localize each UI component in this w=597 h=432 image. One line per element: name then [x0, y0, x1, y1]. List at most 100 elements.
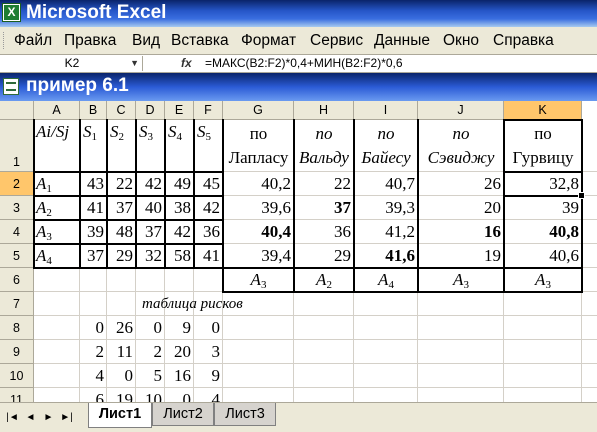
- risk-cell[interactable]: 0: [165, 388, 194, 402]
- state-header-1[interactable]: S1: [80, 120, 107, 172]
- row-header-8[interactable]: 8: [0, 316, 34, 340]
- insert-function-icon[interactable]: fx: [181, 56, 192, 71]
- risk-cell[interactable]: 4: [80, 364, 107, 388]
- criterion-header-4[interactable]: по Сэвиджу: [418, 120, 504, 172]
- risk-cell[interactable]: 0: [80, 316, 107, 340]
- menu-view[interactable]: Вид: [132, 31, 160, 51]
- last-sheet-button[interactable]: ►|: [60, 410, 73, 425]
- menu-data[interactable]: Данные: [374, 31, 430, 51]
- select-all-corner[interactable]: [0, 101, 34, 120]
- criterion-result-cell[interactable]: 41,6: [354, 244, 418, 268]
- menu-window[interactable]: Окно: [443, 31, 479, 51]
- criterion-result-cell[interactable]: 16: [418, 220, 504, 244]
- column-header-f[interactable]: F: [194, 101, 223, 120]
- row-header-6[interactable]: 6: [0, 268, 34, 292]
- row-header-11[interactable]: 11: [0, 388, 34, 402]
- row-header-5[interactable]: 5: [0, 244, 34, 268]
- sheet-tab-2[interactable]: Лист2: [152, 403, 214, 426]
- payoff-cell[interactable]: 41: [80, 196, 107, 220]
- payoff-cell[interactable]: 48: [107, 220, 136, 244]
- name-box-dropdown-icon[interactable]: ▼: [130, 56, 139, 71]
- payoff-cell[interactable]: 38: [165, 196, 194, 220]
- best-alternative-2[interactable]: A2: [294, 268, 354, 292]
- risk-cell[interactable]: 16: [165, 364, 194, 388]
- criterion-result-cell[interactable]: 39,3: [354, 196, 418, 220]
- alternative-label-4[interactable]: A4: [34, 244, 80, 268]
- payoff-cell[interactable]: 36: [194, 220, 223, 244]
- risk-cell[interactable]: 4: [194, 388, 223, 402]
- row-header-1[interactable]: 1: [0, 120, 34, 172]
- menu-help[interactable]: Справка: [493, 31, 554, 51]
- payoff-cell[interactable]: 43: [80, 172, 107, 196]
- criterion-header-5[interactable]: по Гурвицу: [504, 120, 582, 172]
- criterion-result-cell[interactable]: 39,6: [223, 196, 294, 220]
- criterion-result-cell[interactable]: 40,8: [504, 220, 582, 244]
- column-header-c[interactable]: C: [107, 101, 136, 120]
- row-header-9[interactable]: 9: [0, 340, 34, 364]
- first-sheet-button[interactable]: |◄: [6, 410, 19, 425]
- toolbar-grip-icon[interactable]: [3, 32, 7, 49]
- state-header-2[interactable]: S2: [107, 120, 136, 172]
- criterion-result-cell[interactable]: 20: [418, 196, 504, 220]
- alternative-label-3[interactable]: A3: [34, 220, 80, 244]
- payoff-cell[interactable]: 40: [136, 196, 165, 220]
- payoff-cell[interactable]: 45: [194, 172, 223, 196]
- best-alternative-4[interactable]: A3: [418, 268, 504, 292]
- payoff-cell[interactable]: 49: [165, 172, 194, 196]
- column-header-b[interactable]: B: [80, 101, 107, 120]
- risk-cell[interactable]: 0: [136, 316, 165, 340]
- criterion-header-1[interactable]: по Лапласу: [223, 120, 294, 172]
- payoff-cell[interactable]: 41: [194, 244, 223, 268]
- criterion-result-cell[interactable]: 41,2: [354, 220, 418, 244]
- menu-edit[interactable]: Правка: [64, 31, 116, 51]
- column-header-d[interactable]: D: [136, 101, 165, 120]
- risk-cell[interactable]: 9: [194, 364, 223, 388]
- payoff-cell[interactable]: 29: [107, 244, 136, 268]
- criterion-result-cell[interactable]: 22: [294, 172, 354, 196]
- payoff-cell[interactable]: 42: [194, 196, 223, 220]
- payoff-cell[interactable]: 42: [136, 172, 165, 196]
- risk-cell[interactable]: 26: [107, 316, 136, 340]
- column-header-k[interactable]: K: [504, 101, 582, 120]
- risk-cell[interactable]: 11: [107, 340, 136, 364]
- payoff-cell[interactable]: 37: [136, 220, 165, 244]
- criterion-header-3[interactable]: по Байесу: [354, 120, 418, 172]
- next-sheet-button[interactable]: ►: [42, 410, 55, 425]
- menu-tools[interactable]: Сервис: [310, 31, 363, 51]
- payoff-cell[interactable]: 32: [136, 244, 165, 268]
- active-cell-selection[interactable]: [503, 171, 585, 199]
- column-header-h[interactable]: H: [294, 101, 354, 120]
- risk-cell[interactable]: 10: [136, 388, 165, 402]
- prev-sheet-button[interactable]: ◄: [24, 410, 37, 425]
- row-header-3[interactable]: 3: [0, 196, 34, 220]
- risk-cell[interactable]: 3: [194, 340, 223, 364]
- cell-a1[interactable]: Ai/Sj: [34, 120, 80, 172]
- column-header-i[interactable]: I: [354, 101, 418, 120]
- criterion-result-cell[interactable]: 39,4: [223, 244, 294, 268]
- risk-cell[interactable]: 20: [165, 340, 194, 364]
- risk-cell[interactable]: 2: [80, 340, 107, 364]
- criterion-result-cell[interactable]: 40,7: [354, 172, 418, 196]
- criterion-header-2[interactable]: по Вальду: [294, 120, 354, 172]
- risk-cell[interactable]: 5: [136, 364, 165, 388]
- state-header-4[interactable]: S4: [165, 120, 194, 172]
- payoff-cell[interactable]: 37: [107, 196, 136, 220]
- best-alternative-5[interactable]: A3: [504, 268, 582, 292]
- payoff-cell[interactable]: 42: [165, 220, 194, 244]
- workbook-icon[interactable]: [3, 78, 19, 95]
- sheet-tab-3[interactable]: Лист3: [214, 403, 276, 426]
- risk-cell[interactable]: 19: [107, 388, 136, 402]
- criterion-result-cell[interactable]: 29: [294, 244, 354, 268]
- payoff-cell[interactable]: 37: [80, 244, 107, 268]
- name-box[interactable]: K2 ▼: [2, 56, 143, 71]
- risk-cell[interactable]: 2: [136, 340, 165, 364]
- criterion-result-cell[interactable]: 40,6: [504, 244, 582, 268]
- risk-cell[interactable]: 9: [165, 316, 194, 340]
- row-header-10[interactable]: 10: [0, 364, 34, 388]
- criterion-result-cell[interactable]: 26: [418, 172, 504, 196]
- state-header-5[interactable]: S5: [194, 120, 223, 172]
- spreadsheet-grid[interactable]: A B C D E F G H I J K 1 2 3 4 5 6 7 8 9 10 11 Ai/Sj S1 S2 S3 S4 S5 п…: [0, 101, 597, 402]
- state-header-3[interactable]: S3: [136, 120, 165, 172]
- sheet-tab-1[interactable]: Лист1: [88, 403, 152, 428]
- risk-cell[interactable]: 0: [194, 316, 223, 340]
